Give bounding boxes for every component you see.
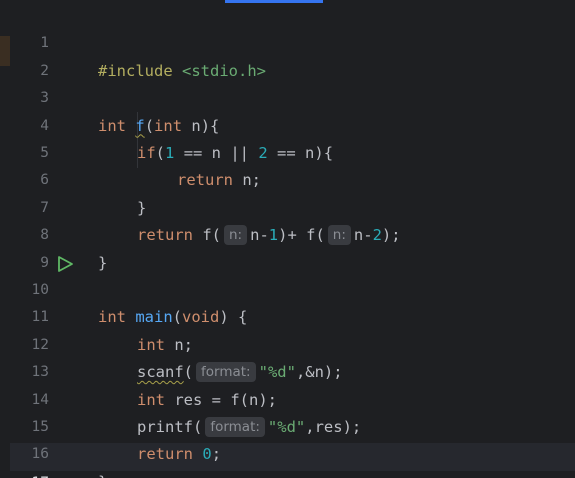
code-line[interactable]: 14 printf(format: "%d",res); — [0, 359, 575, 437]
code-line[interactable]: 11 int n; — [0, 277, 575, 353]
code-editor[interactable]: 1 #include <stdio.h> 2 3 int f(int n){ 4… — [0, 0, 575, 478]
brace: } — [98, 473, 107, 478]
code-line[interactable]: 10 int main(void) { — [0, 250, 575, 326]
code-line[interactable]: 7 return f(n: n-1)+ f(n: n-2); — [0, 167, 575, 246]
code-line[interactable]: 9 — [0, 222, 575, 271]
code-line-current[interactable]: 17 — [0, 443, 575, 478]
code-line[interactable]: 2 — [0, 30, 575, 79]
line-number: 17 — [10, 470, 49, 478]
code-line[interactable]: 12 scanf(format: "%d",&n); — [0, 304, 575, 383]
code-line[interactable]: 4 if(1 == n || 2 == n){ — [0, 85, 575, 162]
code-line[interactable]: 6 } — [0, 140, 575, 216]
code-line[interactable]: 3 int f(int n){ — [0, 58, 575, 134]
code-line[interactable]: 16 } — [0, 414, 575, 478]
code-line[interactable]: 8 } — [0, 195, 575, 271]
code-line[interactable]: 1 #include <stdio.h> — [0, 3, 575, 79]
code-line[interactable]: 13 int res = f(n); — [0, 332, 575, 408]
code-line[interactable]: 5 return n; — [0, 113, 575, 189]
code-line[interactable]: 15 return 0; — [0, 387, 575, 463]
